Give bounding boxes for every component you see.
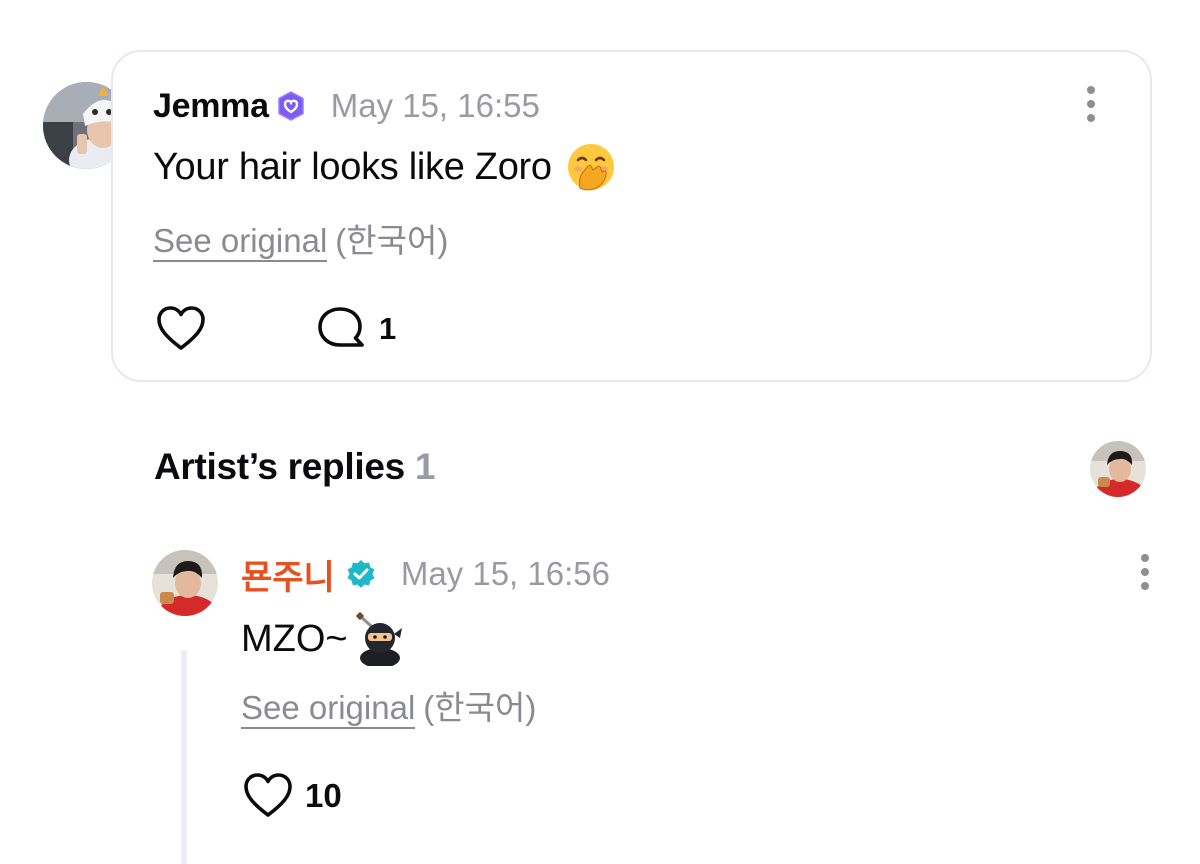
see-original-link[interactable]: See original [153, 222, 328, 262]
comment-header: Jemma May 15, 16:55 [153, 84, 540, 128]
comment-thread-view: Jemma May 15, 16:55 Your hair looks like… [0, 0, 1200, 864]
reply-original-language-label: (한국어) [423, 689, 537, 726]
comment-body: Your hair looks like Zoro [153, 142, 616, 192]
reply-timestamp: May 15, 16:56 [400, 555, 610, 592]
reply-see-original-link[interactable]: See original [241, 689, 416, 729]
artist-replies-count: 1 [414, 446, 436, 487]
comment-more-options-icon[interactable] [1076, 82, 1106, 126]
comment-translation-row: See original (한국어) [153, 214, 448, 262]
reply-like-heart-icon[interactable] [242, 771, 294, 819]
reply-translation-row: See original (한국어) [241, 681, 536, 729]
reply-author-name[interactable]: 묜주니 [241, 550, 335, 599]
artist-replies-heading: Artist’s replies 1 [154, 446, 435, 488]
ninja-icon [355, 612, 402, 666]
verified-badge-icon [277, 91, 304, 121]
artist-verified-badge-icon [347, 560, 375, 588]
artist-avatar[interactable] [1090, 441, 1146, 497]
face-with-hand-over-mouth-icon [567, 144, 614, 191]
reply-author-avatar[interactable] [152, 550, 218, 616]
original-language-label: (한국어) [335, 222, 449, 259]
reply-count: 1 [379, 311, 397, 346]
reply-header: 묜주니 May 15, 16:56 [241, 550, 610, 599]
reply-bubble-icon[interactable] [316, 305, 366, 349]
reply-text: MZO~ [241, 617, 348, 660]
reply-more-options-icon[interactable] [1130, 550, 1160, 594]
reply-like-count: 10 [305, 777, 342, 814]
comment-text: Your hair looks like Zoro [153, 145, 552, 188]
like-heart-icon[interactable] [155, 304, 207, 352]
reply-body: MZO~ [241, 612, 404, 666]
comment-author-name[interactable]: Jemma [153, 87, 269, 126]
comment-timestamp: May 15, 16:55 [330, 87, 540, 124]
thread-connector-line [181, 650, 187, 864]
artist-replies-title: Artist’s replies [154, 446, 405, 487]
